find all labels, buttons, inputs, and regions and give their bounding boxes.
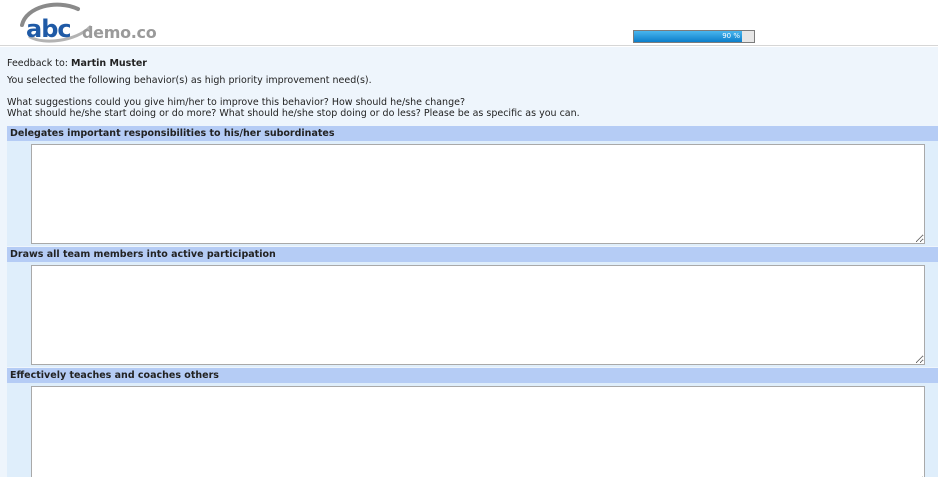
company-logo: abc demo.co: [16, 1, 157, 43]
suggestion-textarea-teaches[interactable]: [31, 386, 925, 477]
progress-label: 90 %: [722, 32, 740, 40]
page-header: abc demo.co 90 %: [0, 0, 938, 46]
suggestion-textarea-draws-team[interactable]: [31, 265, 925, 365]
section-body: [7, 262, 938, 367]
survey-content: Feedback to: Martin Muster You selected …: [0, 47, 938, 477]
feedback-to-label: Feedback to:: [7, 58, 68, 69]
feedback-to-line: Feedback to: Martin Muster: [7, 58, 927, 69]
logo-text-secondary: demo.co: [82, 23, 157, 42]
suggestion-textarea-delegates[interactable]: [31, 144, 925, 244]
section-title: Effectively teaches and coaches others: [7, 368, 938, 383]
question-line-2: What should he/she start doing or do mor…: [7, 108, 580, 119]
progress-bar: 90 %: [633, 30, 755, 43]
behavior-section-delegates: Delegates important responsibilities to …: [7, 126, 938, 246]
section-body: [7, 141, 938, 246]
intro-block: Feedback to: Martin Muster You selected …: [7, 58, 927, 119]
behavior-section-draws-team: Draws all team members into active parti…: [7, 247, 938, 367]
feedback-recipient-name: Martin Muster: [71, 58, 147, 69]
question-line-1: What suggestions could you give him/her …: [7, 97, 465, 108]
behavior-section-teaches: Effectively teaches and coaches others: [7, 368, 938, 477]
selected-behaviors-text: You selected the following behavior(s) a…: [7, 75, 372, 86]
section-title: Delegates important responsibilities to …: [7, 126, 938, 141]
logo-text-primary: abc: [26, 15, 72, 43]
section-body: [7, 383, 938, 477]
section-title: Draws all team members into active parti…: [7, 247, 938, 262]
